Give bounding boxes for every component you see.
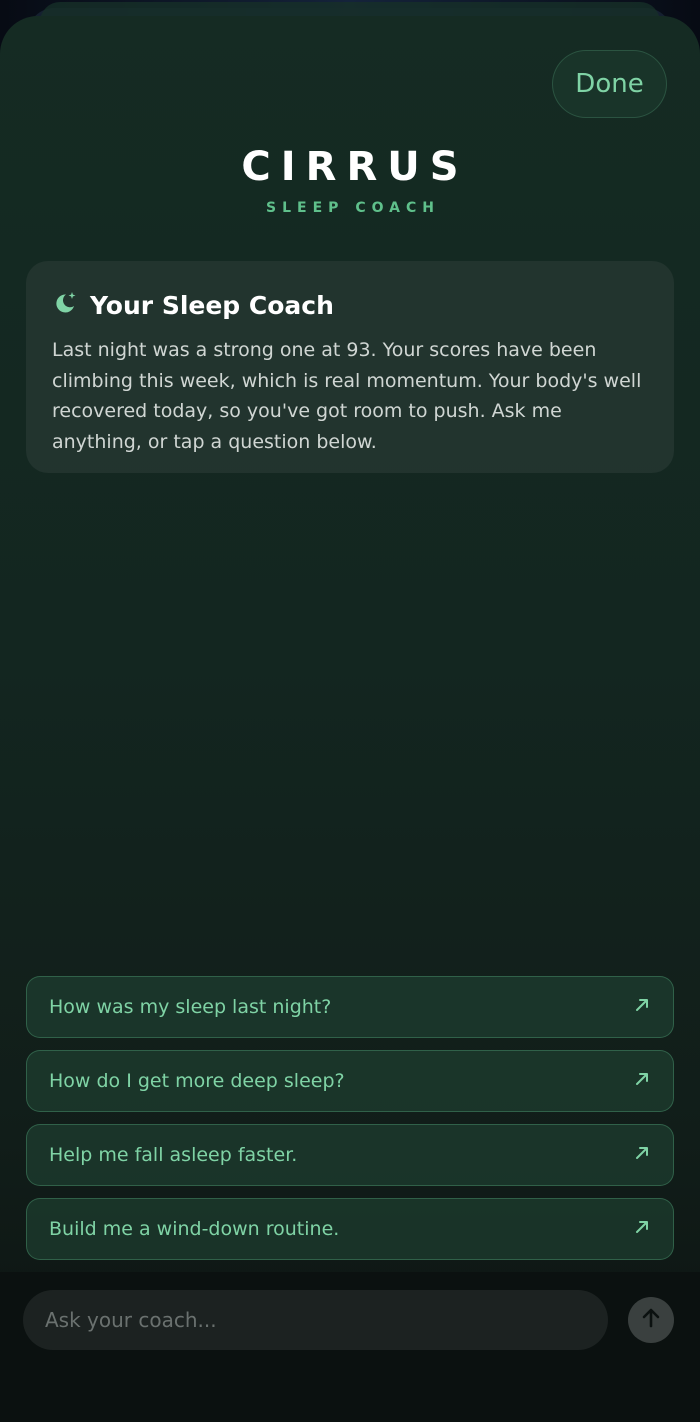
arrow-up-right-icon: [633, 1070, 651, 1092]
arrow-up-right-icon: [633, 996, 651, 1018]
suggestion-label: Build me a wind-down routine.: [49, 1218, 340, 1240]
arrow-up-right-icon: [633, 1218, 651, 1240]
send-button[interactable]: [628, 1297, 674, 1343]
coach-card-header: Your Sleep Coach: [52, 287, 648, 323]
coach-message-card: Your Sleep Coach Last night was a strong…: [26, 261, 674, 473]
suggestion-label: How was my sleep last night?: [49, 996, 332, 1018]
suggestion-label: Help me fall asleep faster.: [49, 1144, 298, 1166]
suggestion-chip-deep-sleep[interactable]: How do I get more deep sleep?: [26, 1050, 674, 1112]
composer-bar: [0, 1272, 700, 1422]
brand-title: CIRRUS: [241, 144, 469, 190]
suggestion-chip-sleep-last-night[interactable]: How was my sleep last night?: [26, 976, 674, 1038]
suggestion-list: How was my sleep last night? How do I ge…: [26, 976, 674, 1272]
ask-coach-input[interactable]: [23, 1290, 608, 1350]
coach-card-message: Last night was a strong one at 93. Your …: [52, 339, 642, 453]
arrow-up-icon: [639, 1306, 663, 1334]
suggestion-chip-wind-down-routine[interactable]: Build me a wind-down routine.: [26, 1198, 674, 1260]
done-button[interactable]: Done: [552, 50, 667, 118]
coach-card-title: Your Sleep Coach: [90, 290, 334, 320]
coach-sheet: Done CIRRUS SLEEP COACH Your Sleep Coach…: [0, 16, 700, 1422]
suggestion-chip-fall-asleep-faster[interactable]: Help me fall asleep faster.: [26, 1124, 674, 1186]
brand-subtitle: SLEEP COACH: [266, 200, 440, 216]
arrow-up-right-icon: [633, 1144, 651, 1166]
suggestion-label: How do I get more deep sleep?: [49, 1070, 345, 1092]
moon-sparkle-icon: [52, 290, 78, 320]
